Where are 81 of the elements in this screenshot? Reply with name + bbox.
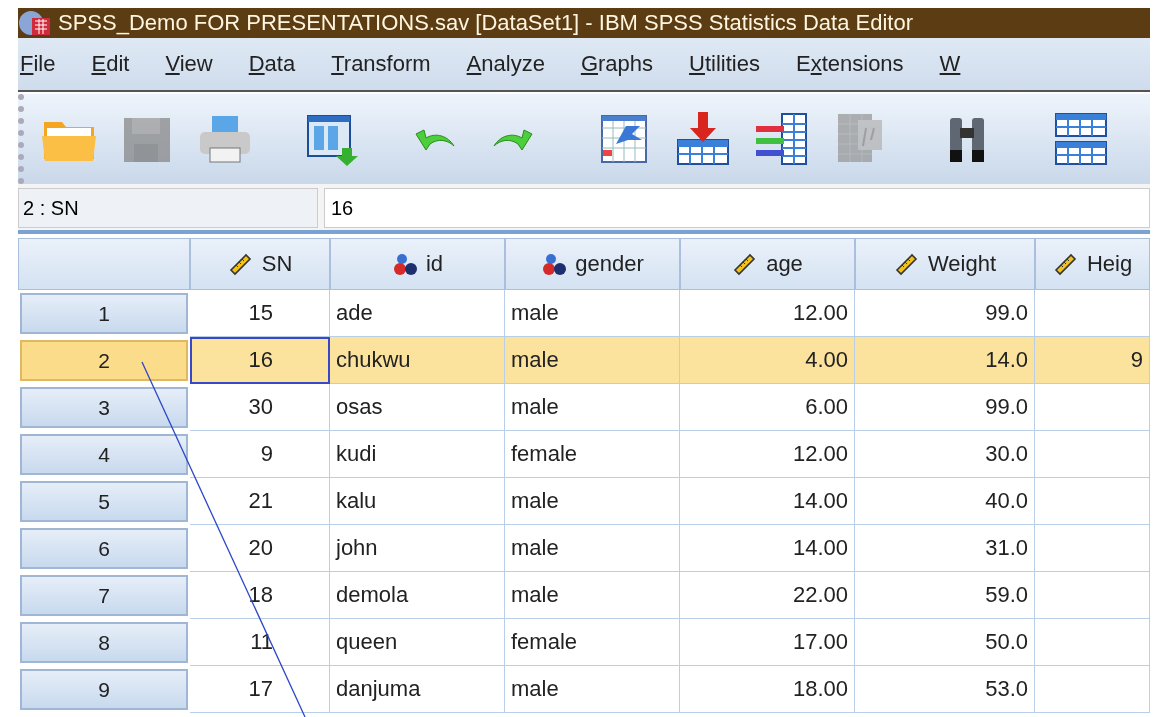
table-cell: queen: [330, 619, 505, 666]
table-cell: 17.00: [680, 619, 855, 666]
table-cell: john: [330, 525, 505, 572]
table-cell: 16: [190, 337, 330, 384]
column-header[interactable]: age: [680, 238, 855, 290]
column-header[interactable]: SN: [190, 238, 330, 290]
column-label: Heig: [1086, 251, 1133, 277]
column-label: age: [766, 251, 803, 277]
column-header[interactable]: Weight: [855, 238, 1035, 290]
row-number[interactable]: 5: [20, 481, 188, 522]
row-number[interactable]: 7: [20, 575, 188, 616]
table-cell: male: [505, 478, 680, 525]
row-number[interactable]: 4: [20, 434, 188, 475]
table-cell: 30: [190, 384, 330, 431]
row-number[interactable]: 3: [20, 387, 188, 428]
column-label: gender: [575, 251, 644, 277]
menu-item[interactable]: Utilities: [689, 51, 760, 77]
table-cell: male: [505, 572, 680, 619]
ruler-icon: [1052, 251, 1079, 277]
row-number[interactable]: 9: [20, 669, 188, 710]
table-cell: demola: [330, 572, 505, 619]
column-label: id: [425, 251, 444, 277]
table-cell: 4.00: [680, 337, 855, 384]
table-cell: 50.0: [855, 619, 1035, 666]
menu-item[interactable]: Extensions: [795, 51, 904, 77]
ruler-icon: [893, 251, 920, 277]
table-cell: 12.00: [680, 431, 855, 478]
table-cell: male: [505, 525, 680, 572]
table-cell: 53.0: [855, 666, 1035, 713]
table-cell: 59.0: [855, 572, 1035, 619]
table-cell: 99.0: [855, 384, 1035, 431]
menu-item[interactable]: Data: [248, 51, 296, 77]
table-cell: kudi: [330, 431, 505, 478]
table-cell: female: [505, 619, 680, 666]
menu-item[interactable]: Transform: [331, 51, 431, 77]
table-cell: 9: [190, 431, 330, 478]
column-label: Weight: [927, 251, 997, 277]
table-cell: male: [505, 384, 680, 431]
menu-item[interactable]: Edit: [91, 51, 130, 77]
table-cell: 21: [190, 478, 330, 525]
table-cell: 14.00: [680, 478, 855, 525]
table-cell: 30.0: [855, 431, 1035, 478]
column-header[interactable]: id: [330, 238, 505, 290]
table-cell: kalu: [330, 478, 505, 525]
table-cell: 11: [190, 619, 330, 666]
table-cell: 20: [190, 525, 330, 572]
table-cell: male: [505, 337, 680, 384]
column-label: SN: [261, 251, 293, 277]
table-cell: 6.00: [680, 384, 855, 431]
table-cell: 18.00: [680, 666, 855, 713]
column-header[interactable]: Heig: [1035, 238, 1150, 290]
menu-item[interactable]: Graphs: [580, 51, 654, 77]
table-cell: 14.00: [680, 525, 855, 572]
table-cell: 31.0: [855, 525, 1035, 572]
cell-reference: 2 : SN: [18, 188, 318, 228]
table-cell: osas: [330, 384, 505, 431]
row-number[interactable]: 8: [20, 622, 188, 663]
table-cell: 14.0: [855, 337, 1035, 384]
menu-item[interactable]: Analyze: [466, 51, 545, 77]
cell-value-field[interactable]: 16: [324, 188, 1150, 228]
row-number[interactable]: 2: [20, 340, 188, 381]
nominal-icon: [541, 251, 568, 277]
table-cell: danjuma: [330, 666, 505, 713]
menu-item[interactable]: W: [939, 51, 961, 77]
table-cell: 9: [1035, 337, 1150, 384]
column-header[interactable]: gender: [505, 238, 680, 290]
row-number[interactable]: 6: [20, 528, 188, 569]
menu-item[interactable]: View: [165, 51, 213, 77]
table-cell: male: [505, 666, 680, 713]
table-cell: female: [505, 431, 680, 478]
table-cell: 40.0: [855, 478, 1035, 525]
nominal-icon: [391, 251, 418, 277]
table-cell: 18: [190, 572, 330, 619]
table-cell: 22.00: [680, 572, 855, 619]
app-icon: [18, 10, 52, 36]
window-title: SPSS_Demo FOR PRESENTATIONS.sav [DataSet1] - IBM SPSS Statistics Data Editor: [58, 10, 913, 36]
table-cell: 17: [190, 666, 330, 713]
table-cell: chukwu: [330, 337, 505, 384]
row-number[interactable]: 1: [20, 293, 188, 334]
menu-item[interactable]: File: [20, 51, 56, 77]
ruler-icon: [227, 251, 254, 277]
